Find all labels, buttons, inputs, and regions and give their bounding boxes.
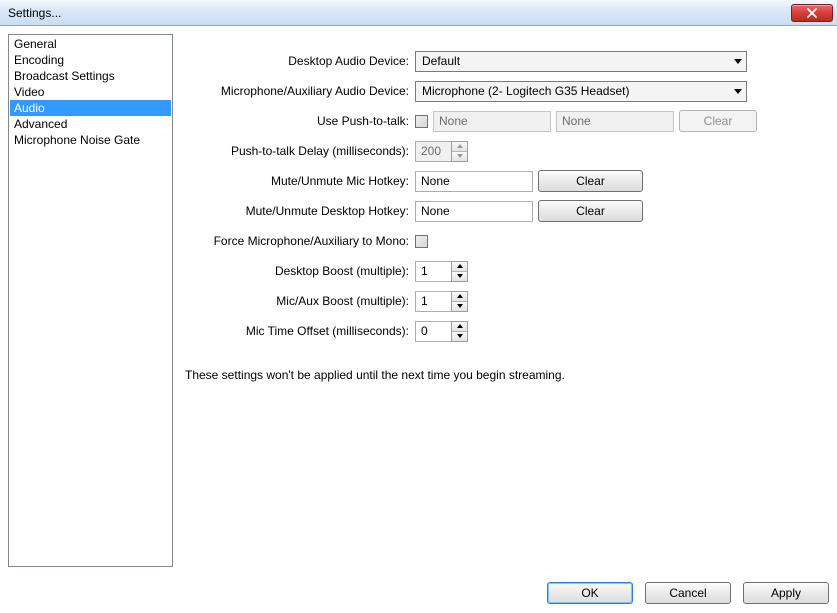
- nav-general[interactable]: General: [10, 36, 171, 52]
- close-button[interactable]: [791, 4, 833, 22]
- spin-down-button: [452, 152, 467, 161]
- chevron-down-icon: [734, 89, 742, 94]
- close-icon: [807, 8, 817, 18]
- ptt-hotkey-2-input: None: [556, 111, 674, 132]
- mute-mic-clear-button[interactable]: Clear: [538, 170, 643, 192]
- triangle-up-icon: [457, 144, 463, 148]
- desktop-audio-device-select[interactable]: Default: [415, 51, 747, 72]
- triangle-down-icon: [457, 304, 463, 308]
- desktop-audio-device-value: Default: [422, 54, 460, 68]
- label-desktop-audio-device: Desktop Audio Device:: [185, 54, 415, 68]
- chevron-down-icon: [734, 59, 742, 64]
- triangle-up-icon: [457, 294, 463, 298]
- dialog-footer: OK Cancel Apply: [0, 573, 837, 613]
- mute-desktop-clear-button[interactable]: Clear: [538, 200, 643, 222]
- spin-down-button[interactable]: [452, 302, 467, 311]
- spin-up-button: [452, 142, 467, 152]
- audio-settings-form: Desktop Audio Device: Default Microphone…: [185, 34, 829, 565]
- ptt-delay-spinbox: 200: [415, 141, 468, 162]
- apply-note: These settings won't be applied until th…: [185, 368, 829, 382]
- spin-up-button[interactable]: [452, 292, 467, 302]
- nav-broadcast[interactable]: Broadcast Settings: [10, 68, 171, 84]
- mic-time-offset-spinbox[interactable]: 0: [415, 321, 468, 342]
- ptt-hotkey-1-input: None: [433, 111, 551, 132]
- spin-up-button[interactable]: [452, 262, 467, 272]
- triangle-down-icon: [457, 334, 463, 338]
- label-mic-time-offset: Mic Time Offset (milliseconds):: [185, 324, 415, 338]
- window-title: Settings...: [8, 6, 61, 20]
- ptt-clear-button: Clear: [679, 110, 757, 132]
- desktop-boost-spinbox[interactable]: 1: [415, 261, 468, 282]
- use-ptt-checkbox[interactable]: [415, 115, 428, 128]
- spin-down-button[interactable]: [452, 332, 467, 341]
- spin-up-button[interactable]: [452, 322, 467, 332]
- label-mute-mic-hotkey: Mute/Unmute Mic Hotkey:: [185, 174, 415, 188]
- triangle-down-icon: [457, 154, 463, 158]
- mic-aux-boost-spinbox[interactable]: 1: [415, 291, 468, 312]
- mic-aux-device-select[interactable]: Microphone (2- Logitech G35 Headset): [415, 81, 747, 102]
- label-ptt-delay: Push-to-talk Delay (milliseconds):: [185, 144, 415, 158]
- nav-advanced[interactable]: Advanced: [10, 116, 171, 132]
- titlebar: Settings...: [0, 0, 837, 26]
- triangle-up-icon: [457, 264, 463, 268]
- label-use-ptt: Use Push-to-talk:: [185, 114, 415, 128]
- label-mute-desktop-hotkey: Mute/Unmute Desktop Hotkey:: [185, 204, 415, 218]
- label-force-mono: Force Microphone/Auxiliary to Mono:: [185, 234, 415, 248]
- force-mono-checkbox[interactable]: [415, 235, 428, 248]
- nav-video[interactable]: Video: [10, 84, 171, 100]
- label-desktop-boost: Desktop Boost (multiple):: [185, 264, 415, 278]
- triangle-down-icon: [457, 274, 463, 278]
- triangle-up-icon: [457, 324, 463, 328]
- nav-mic-noise-gate[interactable]: Microphone Noise Gate: [10, 132, 171, 148]
- nav-encoding[interactable]: Encoding: [10, 52, 171, 68]
- label-mic-aux-boost: Mic/Aux Boost (multiple):: [185, 294, 415, 308]
- mic-aux-device-value: Microphone (2- Logitech G35 Headset): [422, 84, 629, 98]
- mute-desktop-hotkey-input[interactable]: None: [415, 201, 533, 222]
- category-list[interactable]: General Encoding Broadcast Settings Vide…: [8, 34, 173, 567]
- ok-button[interactable]: OK: [547, 582, 633, 604]
- apply-button[interactable]: Apply: [743, 582, 829, 604]
- spin-down-button[interactable]: [452, 272, 467, 281]
- nav-audio[interactable]: Audio: [10, 100, 171, 116]
- cancel-button[interactable]: Cancel: [645, 582, 731, 604]
- mute-mic-hotkey-input[interactable]: None: [415, 171, 533, 192]
- label-mic-aux-device: Microphone/Auxiliary Audio Device:: [185, 84, 415, 98]
